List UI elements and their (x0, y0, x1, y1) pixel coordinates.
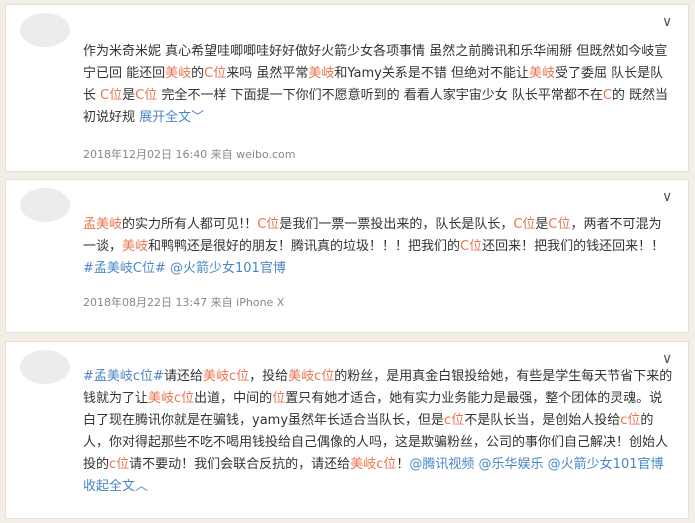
highlight-keyword[interactable]: 美岐c位 (288, 369, 334, 384)
text-segment: 请还给 (163, 369, 203, 384)
post-link[interactable]: ︿ (135, 479, 148, 494)
post-link[interactable]: @乐华娱乐 (479, 457, 544, 472)
post-meta: 2018年12月02日 16:40 来自 weibo.com (83, 148, 296, 161)
text-segment: 还回来！把我们的钱还回来！！ (482, 239, 665, 254)
text-segment: 来吗 虽然平常 (226, 66, 309, 81)
post-link[interactable]: #孟美岐C位# (83, 261, 166, 276)
highlight-keyword[interactable]: 美岐 (308, 66, 334, 81)
text-segment: 的 (191, 66, 205, 81)
text-segment: 请不要动！我们会联合反抗的，请还给 (129, 457, 351, 472)
highlight-keyword[interactable]: c位 (620, 413, 640, 428)
text-segment: 的实力所有人都可见!！ (122, 217, 258, 232)
text-segment: 出道，中间的 (194, 391, 273, 406)
post-link[interactable]: ﹀ (191, 110, 204, 125)
post-link[interactable]: 展开全文 (139, 110, 191, 125)
highlight-keyword[interactable]: 美岐c位 (148, 391, 194, 406)
highlight-keyword[interactable]: C位 (257, 217, 279, 232)
highlight-keyword[interactable]: C位 (100, 88, 122, 103)
highlight-keyword[interactable]: 美岐 (529, 66, 555, 81)
highlight-keyword[interactable]: C (603, 88, 612, 103)
weibo-post-list: ∨ 作为米奇米妮 真心希望哇唧唧哇好好做好火箭少女各项事情 虽然之前腾讯和乐华闹… (0, 0, 695, 523)
text-segment: 是 (535, 217, 549, 232)
weibo-post: ∨ 孟美岐的实力所有人都可见!！C位是我们一票一票投出来的，队长是队长，C位是C… (5, 179, 689, 333)
highlight-keyword[interactable]: C位 (513, 217, 535, 232)
post-link[interactable]: 收起全文 (83, 479, 135, 494)
highlight-keyword[interactable]: 美岐 (122, 239, 148, 254)
text-segment: 是 (122, 88, 136, 103)
weibo-post: ∨ #孟美岐c位#请还给美岐c位，投给美岐c位的粉丝，是用真金白银投给她，有些是… (5, 341, 689, 519)
post-text: 作为米奇米妮 真心希望哇唧唧哇好好做好火箭少女各项事情 虽然之前腾讯和乐华闹掰 … (83, 41, 674, 129)
highlight-keyword[interactable]: C位 (460, 239, 482, 254)
highlight-keyword[interactable]: 美岐c位 (203, 369, 249, 384)
avatar[interactable] (20, 350, 70, 384)
text-segment: 不是队长当，是创始人投给 (464, 413, 621, 428)
highlight-keyword[interactable]: C位 (204, 66, 226, 81)
highlight-keyword[interactable]: C位 (548, 217, 570, 232)
post-text: #孟美岐c位#请还给美岐c位，投给美岐c位的粉丝，是用真金白银投给她，有些是学生… (83, 366, 674, 498)
post-text: 孟美岐的实力所有人都可见!！C位是我们一票一票投出来的，队长是队长，C位是C位，… (83, 214, 674, 280)
post-link[interactable]: @腾讯视频 (409, 457, 474, 472)
post-link[interactable]: @火箭少女101官博 (170, 261, 286, 276)
avatar[interactable] (20, 188, 70, 222)
text-segment: ！ (396, 457, 410, 472)
highlight-keyword[interactable]: 位 (272, 391, 285, 406)
highlight-keyword[interactable]: 孟美岐 (83, 217, 122, 232)
post-meta: 2018年08月22日 13:47 来自 iPhone X (83, 296, 285, 309)
text-segment: 是我们一票一票投出来的，队长是队长， (279, 217, 514, 232)
highlight-keyword[interactable]: 美岐c位 (350, 457, 396, 472)
text-segment: 和Yamy关系是不错 但绝对不能让 (334, 66, 530, 81)
highlight-keyword[interactable]: c位 (444, 413, 464, 428)
text-segment: ，投给 (249, 369, 289, 384)
chevron-down-icon[interactable]: ∨ (662, 352, 672, 366)
avatar[interactable] (20, 13, 70, 47)
chevron-down-icon[interactable]: ∨ (662, 190, 672, 204)
post-link[interactable]: @火箭少女101官博 (548, 457, 664, 472)
text-segment: 完全不一样 下面提一下你们不愿意听到的 看看人家宇宙少女 队长平常都不在 (157, 88, 603, 103)
highlight-keyword[interactable]: C位 (135, 88, 157, 103)
highlight-keyword[interactable]: 美岐 (165, 66, 191, 81)
text-segment: 和鸭鸭还是很好的朋友！腾讯真的垃圾！！！把我们的 (148, 239, 461, 254)
post-link[interactable]: #孟美岐c位# (83, 369, 164, 384)
weibo-post: ∨ 作为米奇米妮 真心希望哇唧唧哇好好做好火箭少女各项事情 虽然之前腾讯和乐华闹… (5, 4, 689, 172)
highlight-keyword[interactable]: c位 (109, 457, 129, 472)
chevron-down-icon[interactable]: ∨ (662, 15, 672, 29)
